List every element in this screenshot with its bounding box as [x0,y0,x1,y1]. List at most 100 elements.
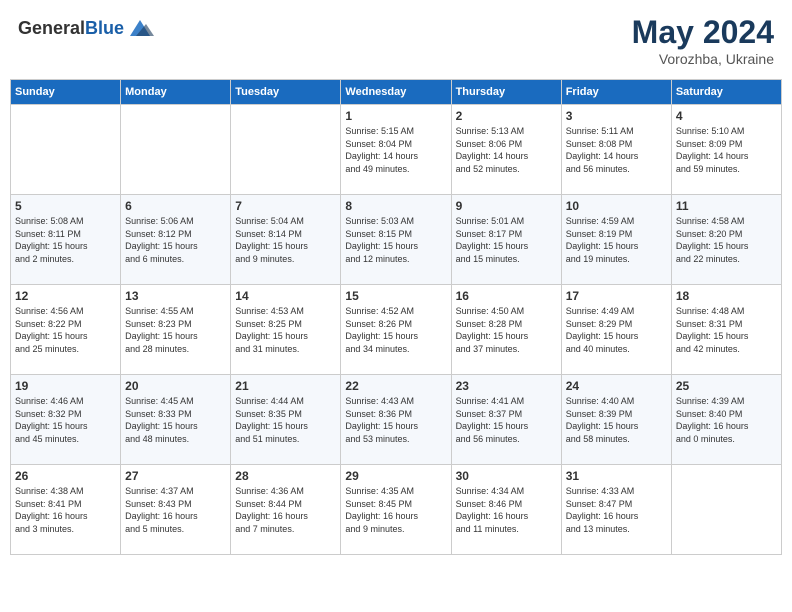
table-row: 17 Sunrise: 4:49 AMSunset: 8:29 PMDayligh… [561,285,671,375]
day-info: Sunrise: 5:04 AMSunset: 8:14 PMDaylight:… [235,215,336,265]
day-number: 20 [125,379,226,393]
day-info: Sunrise: 4:58 AMSunset: 8:20 PMDaylight:… [676,215,777,265]
day-info: Sunrise: 4:33 AMSunset: 8:47 PMDaylight:… [566,485,667,535]
table-row: 2Sunrise: 5:13 AMSunset: 8:06 PMDaylight… [451,105,561,195]
day-number: 6 [125,199,226,213]
logo: GeneralBlue [18,14,154,42]
table-row: 24Sunrise: 4:40 AMSunset: 8:39 PMDayligh… [561,375,671,465]
day-number: 7 [235,199,336,213]
day-number: 4 [676,109,777,123]
table-row: 8Sunrise: 5:03 AMSunset: 8:15 PMDaylight… [341,195,451,285]
day-number: 25 [676,379,777,393]
day-number: 16 [456,289,557,303]
day-info: Sunrise: 5:15 AMSunset: 8:04 PMDaylight:… [345,125,446,175]
calendar-week-row: 26Sunrise: 4:38 AMSunset: 8:41 PMDayligh… [11,465,782,555]
table-row: 19 Sunrise: 4:46 AMSunset: 8:32 PMDayligh… [11,375,121,465]
calendar-body: 1 Sunrise: 5:15 AMSunset: 8:04 PMDaylight… [11,105,782,555]
day-info: Sunrise: 4:55 AMSunset: 8:23 PMDaylight:… [125,305,226,355]
day-info: Sunrise: 4:44 AMSunset: 8:35 PMDaylight:… [235,395,336,445]
table-row: 22 Sunrise: 4:43 AMSunset: 8:36 PMDayligh… [341,375,451,465]
day-info: Sunrise: 4:39 AMSunset: 8:40 PMDaylight:… [676,395,777,445]
header-saturday: Saturday [671,80,781,105]
title-location: Vorozhba, Ukraine [632,51,774,67]
table-row: 21 Sunrise: 4:44 AMSunset: 8:35 PMDayligh… [231,375,341,465]
table-row: 26Sunrise: 4:38 AMSunset: 8:41 PMDayligh… [11,465,121,555]
header-row: Sunday Monday Tuesday Wednesday Thursday… [11,80,782,105]
day-info: Sunrise: 5:06 AMSunset: 8:12 PMDaylight:… [125,215,226,265]
table-row: 4 Sunrise: 5:10 AMSunset: 8:09 PMDaylight… [671,105,781,195]
day-info: Sunrise: 5:10 AMSunset: 8:09 PMDaylight:… [676,125,777,175]
day-number: 30 [456,469,557,483]
header-friday: Friday [561,80,671,105]
day-number: 5 [15,199,116,213]
page-header: GeneralBlue May 2024 Vorozhba, Ukraine [10,10,782,71]
table-row [231,105,341,195]
header-monday: Monday [121,80,231,105]
title-month: May 2024 [632,14,774,51]
day-number: 14 [235,289,336,303]
day-number: 9 [456,199,557,213]
day-number: 31 [566,469,667,483]
day-info: Sunrise: 4:35 AMSunset: 8:45 PMDaylight:… [345,485,446,535]
day-info: Sunrise: 4:46 AMSunset: 8:32 PMDaylight:… [15,395,116,445]
day-number: 12 [15,289,116,303]
day-number: 1 [345,109,446,123]
table-row [671,465,781,555]
table-row: 10 Sunrise: 4:59 AMSunset: 8:19 PMDayligh… [561,195,671,285]
calendar-week-row: 19 Sunrise: 4:46 AMSunset: 8:32 PMDayligh… [11,375,782,465]
day-info: Sunrise: 4:43 AMSunset: 8:36 PMDaylight:… [345,395,446,445]
day-number: 3 [566,109,667,123]
day-info: Sunrise: 5:11 AMSunset: 8:08 PMDaylight:… [566,125,667,175]
day-info: Sunrise: 4:41 AMSunset: 8:37 PMDaylight:… [456,395,557,445]
day-number: 23 [456,379,557,393]
header-wednesday: Wednesday [341,80,451,105]
day-number: 26 [15,469,116,483]
title-block: May 2024 Vorozhba, Ukraine [632,14,774,67]
table-row: 12 Sunrise: 4:56 AMSunset: 8:22 PMDayligh… [11,285,121,375]
header-tuesday: Tuesday [231,80,341,105]
day-info: Sunrise: 4:36 AMSunset: 8:44 PMDaylight:… [235,485,336,535]
table-row: 6 Sunrise: 5:06 AMSunset: 8:12 PMDaylight… [121,195,231,285]
calendar-week-row: 12 Sunrise: 4:56 AMSunset: 8:22 PMDayligh… [11,285,782,375]
table-row: 5Sunrise: 5:08 AMSunset: 8:11 PMDaylight… [11,195,121,285]
day-info: Sunrise: 4:59 AMSunset: 8:19 PMDaylight:… [566,215,667,265]
day-number: 28 [235,469,336,483]
calendar-week-row: 5Sunrise: 5:08 AMSunset: 8:11 PMDaylight… [11,195,782,285]
day-info: Sunrise: 4:50 AMSunset: 8:28 PMDaylight:… [456,305,557,355]
calendar-table: Sunday Monday Tuesday Wednesday Thursday… [10,79,782,555]
day-info: Sunrise: 5:01 AMSunset: 8:17 PMDaylight:… [456,215,557,265]
day-info: Sunrise: 4:56 AMSunset: 8:22 PMDaylight:… [15,305,116,355]
day-number: 17 [566,289,667,303]
day-number: 27 [125,469,226,483]
day-number: 8 [345,199,446,213]
day-info: Sunrise: 4:49 AMSunset: 8:29 PMDaylight:… [566,305,667,355]
table-row: 20Sunrise: 4:45 AMSunset: 8:33 PMDayligh… [121,375,231,465]
table-row: 9 Sunrise: 5:01 AMSunset: 8:17 PMDaylight… [451,195,561,285]
table-row: 23 Sunrise: 4:41 AMSunset: 8:37 PMDayligh… [451,375,561,465]
table-row: 27 Sunrise: 4:37 AMSunset: 8:43 PMDayligh… [121,465,231,555]
day-number: 19 [15,379,116,393]
day-number: 21 [235,379,336,393]
table-row: 30 Sunrise: 4:34 AMSunset: 8:46 PMDayligh… [451,465,561,555]
table-row: 14 Sunrise: 4:53 AMSunset: 8:25 PMDayligh… [231,285,341,375]
table-row: 11 Sunrise: 4:58 AMSunset: 8:20 PMDayligh… [671,195,781,285]
logo-blue: Blue [85,18,124,38]
day-number: 22 [345,379,446,393]
day-info: Sunrise: 4:52 AMSunset: 8:26 PMDaylight:… [345,305,446,355]
day-info: Sunrise: 4:53 AMSunset: 8:25 PMDaylight:… [235,305,336,355]
day-number: 10 [566,199,667,213]
table-row: 16 Sunrise: 4:50 AMSunset: 8:28 PMDayligh… [451,285,561,375]
table-row [11,105,121,195]
logo-icon [126,14,154,42]
day-info: Sunrise: 4:40 AMSunset: 8:39 PMDaylight:… [566,395,667,445]
table-row: 7 Sunrise: 5:04 AMSunset: 8:14 PMDaylight… [231,195,341,285]
header-sunday: Sunday [11,80,121,105]
day-info: Sunrise: 4:48 AMSunset: 8:31 PMDaylight:… [676,305,777,355]
day-number: 11 [676,199,777,213]
day-info: Sunrise: 4:37 AMSunset: 8:43 PMDaylight:… [125,485,226,535]
table-row: 18Sunrise: 4:48 AMSunset: 8:31 PMDayligh… [671,285,781,375]
day-info: Sunrise: 4:34 AMSunset: 8:46 PMDaylight:… [456,485,557,535]
table-row: 3 Sunrise: 5:11 AMSunset: 8:08 PMDaylight… [561,105,671,195]
header-thursday: Thursday [451,80,561,105]
day-number: 13 [125,289,226,303]
